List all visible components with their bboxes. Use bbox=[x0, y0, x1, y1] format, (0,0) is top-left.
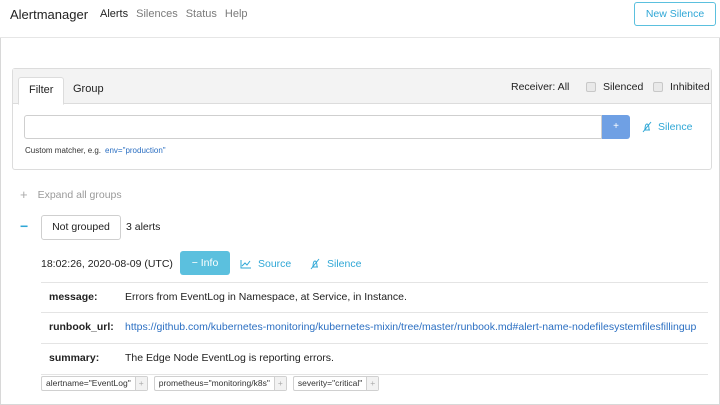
alert-silence-label: Silence bbox=[327, 258, 362, 270]
receiver-selector[interactable]: Receiver: All bbox=[511, 81, 569, 93]
chart-line-icon bbox=[240, 260, 251, 269]
nav-silences[interactable]: Silences bbox=[136, 8, 178, 20]
annotation-key: runbook_url: bbox=[49, 321, 114, 333]
alert-labels: alertname="EventLog" + prometheus="monit… bbox=[41, 376, 380, 391]
inhibited-checkbox[interactable]: Inhibited bbox=[653, 81, 710, 93]
label-chip-text[interactable]: severity="critical" bbox=[294, 377, 366, 390]
label-chip[interactable]: severity="critical" + bbox=[292, 376, 380, 391]
add-filter-icon[interactable]: + bbox=[134, 377, 147, 390]
inhibited-checkbox-label: Inhibited bbox=[670, 81, 710, 93]
matcher-hint-example[interactable]: env="production" bbox=[105, 146, 166, 155]
expand-all-label: Expand all groups bbox=[37, 188, 122, 201]
info-button[interactable]: − Info bbox=[180, 251, 230, 275]
matcher-hint-text: Custom matcher, e.g. bbox=[25, 146, 102, 155]
new-silence-button[interactable]: New Silence bbox=[634, 2, 716, 26]
tab-filter[interactable]: Filter bbox=[18, 77, 65, 105]
add-matcher-button[interactable]: + bbox=[602, 115, 630, 139]
filter-silence-link[interactable]: Silence bbox=[641, 121, 692, 133]
add-filter-icon[interactable]: + bbox=[273, 377, 286, 390]
filter-panel-header: Filter Group Receiver: All Silenced Inhi… bbox=[13, 69, 711, 105]
alert-timestamp: 18:02:26, 2020-08-09 (UTC) bbox=[41, 258, 173, 270]
filter-silence-label: Silence bbox=[658, 121, 693, 133]
label-chip-text[interactable]: alertname="EventLog" bbox=[42, 377, 135, 390]
add-filter-icon[interactable]: + bbox=[366, 377, 379, 390]
silenced-checkbox-box[interactable] bbox=[586, 82, 596, 92]
inhibited-checkbox-box[interactable] bbox=[653, 82, 663, 92]
annotation-row: runbook_url: https://github.com/kubernet… bbox=[41, 313, 708, 344]
silenced-checkbox-label: Silenced bbox=[603, 81, 644, 93]
matcher-hint: Custom matcher, e.g. env="production" bbox=[25, 146, 166, 155]
annotation-key: message: bbox=[49, 291, 98, 303]
nav-status[interactable]: Status bbox=[186, 8, 217, 20]
alert-count: 3 alerts bbox=[126, 221, 161, 233]
source-link[interactable]: Source bbox=[240, 258, 291, 270]
filter-input[interactable] bbox=[24, 115, 602, 139]
label-chip[interactable]: prometheus="monitoring/k8s" + bbox=[153, 376, 287, 391]
alert-silence-link[interactable]: Silence bbox=[309, 258, 361, 270]
label-chip-text[interactable]: prometheus="monitoring/k8s" bbox=[155, 377, 274, 390]
bell-slash-icon bbox=[310, 258, 320, 270]
nav-alerts[interactable]: Alerts bbox=[100, 8, 128, 20]
info-button-label: Info bbox=[200, 257, 219, 269]
annotation-row: summary: The Edge Node EventLog is repor… bbox=[41, 344, 708, 375]
bell-slash-icon bbox=[642, 121, 652, 133]
expand-all-groups[interactable]: + Expand all groups bbox=[20, 187, 122, 202]
annotation-key: summary: bbox=[49, 352, 100, 364]
runbook-link[interactable]: https://github.com/kubernetes-monitoring… bbox=[125, 321, 696, 333]
annotation-value: Errors from EventLog in Namespace, at Se… bbox=[125, 291, 407, 303]
filter-panel: Filter Group Receiver: All Silenced Inhi… bbox=[12, 68, 712, 170]
source-label: Source bbox=[258, 258, 292, 270]
group-name-badge[interactable]: Not grouped bbox=[41, 215, 121, 240]
navbar: Alertmanager Alerts Silences Status Help… bbox=[0, 0, 720, 38]
minus-icon: − bbox=[191, 257, 198, 269]
label-chip[interactable]: alertname="EventLog" + bbox=[41, 376, 148, 391]
tab-group[interactable]: Group bbox=[63, 77, 114, 105]
annotation-row: message: Errors from EventLog in Namespa… bbox=[41, 282, 708, 313]
annotation-value: The Edge Node EventLog is reporting erro… bbox=[125, 352, 334, 364]
silenced-checkbox[interactable]: Silenced bbox=[586, 81, 643, 93]
nav-links: Alerts Silences Status Help bbox=[100, 8, 256, 20]
plus-icon: + bbox=[20, 187, 28, 202]
annotations-table: message: Errors from EventLog in Namespa… bbox=[41, 282, 708, 375]
brand[interactable]: Alertmanager bbox=[10, 7, 88, 22]
collapse-group-icon[interactable]: − bbox=[20, 218, 28, 234]
nav-help[interactable]: Help bbox=[225, 8, 248, 20]
